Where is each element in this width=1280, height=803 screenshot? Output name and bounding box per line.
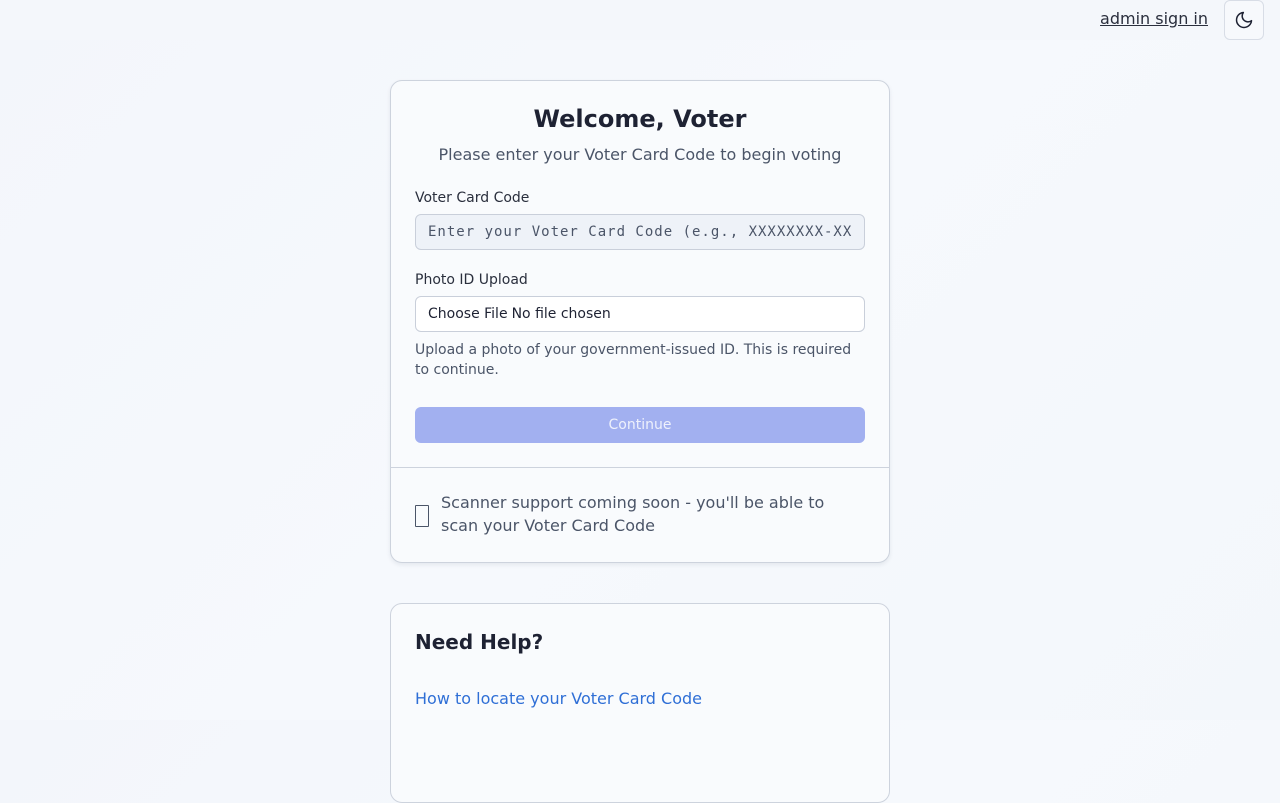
voter-card-code-input[interactable] [415, 214, 865, 250]
photo-id-help-text: Upload a photo of your government-issued… [415, 342, 852, 378]
photo-id-file-input[interactable]: Choose File No file chosen [415, 296, 865, 332]
help-title: Need Help? [415, 630, 544, 654]
divider [391, 467, 889, 468]
page-title: Welcome, Voter [533, 105, 747, 133]
photo-id-upload-label: Photo ID Upload [415, 272, 528, 288]
page-subtitle: Please enter your Voter Card Code to beg… [438, 145, 842, 164]
help-card: Need Help? How to locate your Voter Card… [390, 603, 890, 803]
theme-toggle-button[interactable] [1224, 0, 1264, 40]
locate-code-help-link[interactable]: How to locate your Voter Card Code [415, 689, 702, 708]
file-status: No file chosen [511, 306, 611, 322]
voter-card-code-label: Voter Card Code [415, 190, 530, 206]
choose-file-button[interactable]: Choose File [428, 306, 508, 322]
scanner-icon [415, 505, 429, 527]
scanner-notice: Scanner support coming soon - you'll be … [441, 493, 825, 535]
top-bar: admin sign in [0, 0, 1280, 40]
admin-sign-in-link[interactable]: admin sign in [1100, 9, 1208, 28]
moon-icon [1235, 11, 1253, 29]
welcome-card: Welcome, Voter Please enter your Voter C… [390, 80, 890, 563]
continue-button[interactable]: Continue [415, 407, 865, 443]
